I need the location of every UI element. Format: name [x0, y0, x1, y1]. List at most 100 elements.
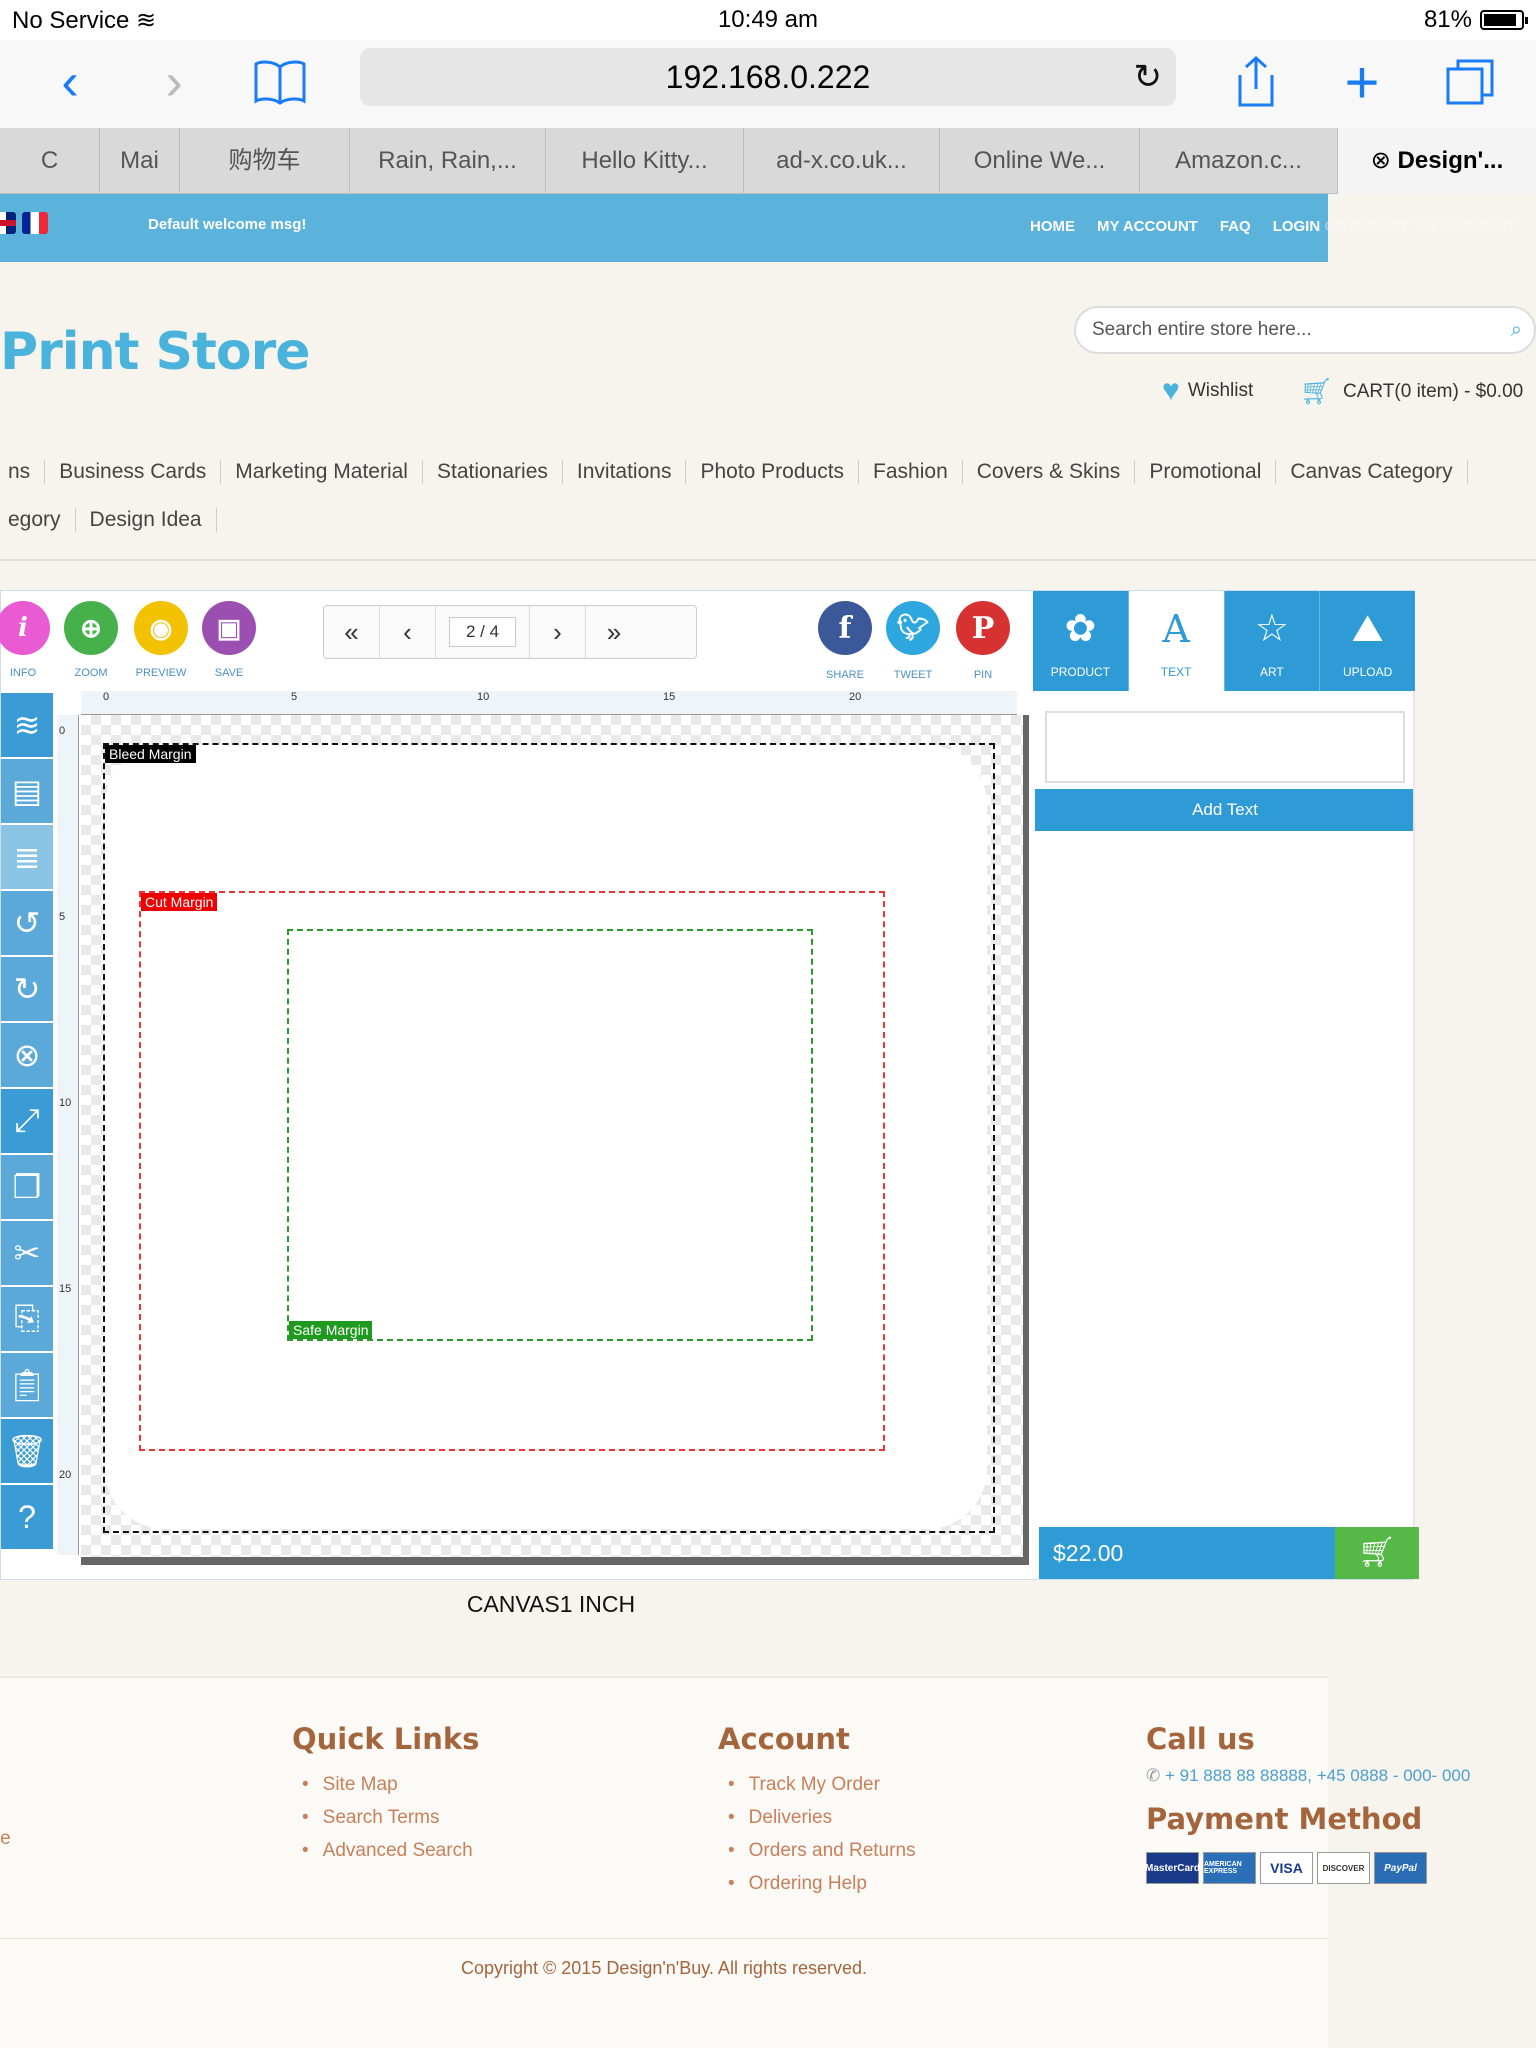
browser-tab-active[interactable]: ⊗ Design'...	[1338, 128, 1536, 194]
footer-link[interactable]: Deliveries	[718, 1807, 916, 1829]
share-facebook[interactable]: f SHARE	[815, 601, 875, 681]
paste-icon[interactable]: 📋︎	[1, 1353, 53, 1417]
trash-icon[interactable]: 🗑︎	[1, 1419, 53, 1483]
browser-tab[interactable]: ad-x.co.uk...	[744, 128, 940, 194]
nav-login[interactable]: LOGIN OR CREATE AN ACCOUNT	[1273, 218, 1516, 235]
delete-icon[interactable]: ⊗	[1, 1023, 53, 1087]
category-item[interactable]: Photo Products	[686, 460, 860, 484]
redo-icon[interactable]: ↻	[1, 957, 53, 1021]
paypal-icon: PayPal	[1374, 1852, 1427, 1884]
text-icon: A	[1162, 607, 1190, 651]
cart-icon: 🛒︎	[1357, 1536, 1397, 1569]
footer-link[interactable]: cy	[0, 1862, 11, 1884]
category-row: egory Design Idea	[0, 508, 217, 532]
tab-product[interactable]: ✿ PRODUCT	[1033, 591, 1129, 691]
footer-link[interactable]: Ordering Help	[718, 1873, 916, 1895]
share-icon[interactable]	[1224, 50, 1288, 114]
close-tab-icon[interactable]: ⊗	[1371, 147, 1391, 174]
add-to-cart-button[interactable]: 🛒︎	[1335, 1527, 1419, 1579]
footer-link[interactable]: Advanced Search	[292, 1840, 479, 1862]
info-tool[interactable]: i INFO	[0, 601, 51, 679]
duplicate-icon[interactable]: ❐	[1, 1155, 53, 1219]
cut-icon[interactable]: ✂	[1, 1221, 53, 1285]
zoom-tool[interactable]: ⊕ ZOOM	[63, 601, 119, 679]
clock: 10:49 am	[717, 6, 819, 33]
category-item[interactable]: Canvas Category	[1276, 460, 1468, 484]
safe-margin-label: Safe Margin	[289, 1321, 373, 1339]
layers-icon[interactable]: ≋	[1, 693, 53, 757]
search-input[interactable]: Search entire store here... ⌕	[1074, 306, 1536, 354]
payment-methods: MasterCard AMERICAN EXPRESS VISA DISCOVE…	[1145, 1852, 1470, 1884]
canvas-label: CANVAS1 INCH	[466, 1591, 636, 1617]
resize-icon[interactable]: ⤢	[1, 1089, 53, 1153]
browser-tab[interactable]: Online We...	[940, 128, 1140, 194]
forward-icon[interactable]: ›	[142, 50, 206, 114]
store-logo[interactable]: Print Store	[0, 322, 311, 382]
url-text: 192.168.0.222	[665, 59, 871, 95]
wishlist-link[interactable]: ♥ Wishlist	[1162, 376, 1253, 406]
nav-my-account[interactable]: MY ACCOUNT	[1097, 218, 1198, 235]
browser-tab[interactable]: Amazon.c...	[1140, 128, 1338, 194]
arrange-icon[interactable]: ≣	[1, 825, 53, 889]
footer-link[interactable]: Site Map	[292, 1774, 479, 1796]
footer-link[interactable]: Orders and Returns	[718, 1840, 916, 1862]
add-text-button[interactable]: Add Text	[1035, 789, 1415, 831]
category-item[interactable]: Fashion	[859, 460, 963, 484]
footer-contact: Call us ✆ + 91 888 88 88888, +45 0888 - …	[1145, 1722, 1471, 1884]
category-item[interactable]: Covers & Skins	[963, 460, 1136, 484]
copy-icon[interactable]: ⎘	[1, 1287, 53, 1351]
footer-link[interactable]: Search Terms	[292, 1807, 479, 1829]
preview-tool[interactable]: ◉ PREVIEW	[133, 601, 189, 679]
nav-home[interactable]: HOME	[1030, 218, 1075, 235]
footer-link[interactable]: ervice	[0, 1828, 11, 1850]
cart-link[interactable]: 🛒︎ CART(0 item) - $0.00	[1300, 376, 1523, 407]
uk-flag-icon[interactable]	[0, 212, 16, 234]
tab-art[interactable]: ☆ ART	[1225, 591, 1321, 691]
divider	[0, 559, 1536, 561]
text-input[interactable]	[1045, 711, 1405, 783]
share-pinterest[interactable]: P PIN	[953, 601, 1013, 681]
undo-icon[interactable]: ↺	[1, 891, 53, 955]
browser-tab[interactable]: C	[0, 128, 100, 194]
page-indicator: 2 / 4	[436, 606, 530, 658]
save-icon: ▣	[202, 601, 256, 655]
category-item[interactable]: Marketing Material	[221, 460, 423, 484]
phone-number: ✆ + 91 888 88 88888, +45 0888 - 000- 000	[1146, 1766, 1471, 1785]
info-icon: i	[0, 601, 50, 655]
category-item[interactable]: Stationaries	[423, 460, 563, 484]
category-item[interactable]: Invitations	[563, 460, 687, 484]
reload-icon[interactable]: ↻	[1134, 48, 1163, 106]
fr-flag-icon[interactable]	[22, 212, 48, 234]
design-canvas[interactable]: Bleed Margin Cut Margin Safe Margin	[81, 715, 1029, 1565]
browser-tab[interactable]: Hello Kitty...	[546, 128, 744, 194]
new-tab-icon[interactable]: +	[1330, 49, 1394, 116]
align-icon[interactable]: ▤	[1, 759, 53, 823]
nav-faq[interactable]: FAQ	[1220, 218, 1251, 235]
browser-tab[interactable]: Rain, Rain,...	[350, 128, 546, 194]
browser-tab[interactable]: 购物车	[180, 128, 350, 194]
category-item[interactable]: Business Cards	[45, 460, 222, 484]
search-icon[interactable]: ⌕	[1511, 308, 1522, 352]
last-page-button[interactable]: »	[586, 606, 642, 658]
bookmarks-icon[interactable]	[248, 50, 312, 114]
category-item[interactable]: Promotional	[1135, 460, 1277, 484]
category-item[interactable]: egory	[0, 508, 76, 532]
category-item[interactable]: Design Idea	[76, 508, 217, 532]
share-twitter[interactable]: 🐦︎ TWEET	[883, 601, 943, 681]
tab-upload[interactable]: ⛰ UPLOAD	[1320, 591, 1415, 691]
divider	[0, 1938, 1328, 1939]
cut-margin-label: Cut Margin	[141, 893, 218, 911]
prev-page-button[interactable]: ‹	[380, 606, 436, 658]
category-item[interactable]: ns	[0, 460, 46, 484]
footer: ervice cy Quick Links Site Map Search Te…	[0, 1676, 1470, 2048]
browser-tab[interactable]: Mai	[100, 128, 180, 194]
first-page-button[interactable]: «	[324, 606, 380, 658]
footer-link[interactable]: Track My Order	[718, 1774, 916, 1796]
tabs-overview-icon[interactable]	[1438, 50, 1502, 114]
address-bar[interactable]: 192.168.0.222 ↻	[360, 48, 1176, 106]
tab-text[interactable]: A TEXT	[1128, 591, 1225, 691]
next-page-button[interactable]: ›	[530, 606, 586, 658]
help-icon[interactable]: ?	[1, 1485, 53, 1549]
back-icon[interactable]: ‹	[38, 50, 102, 114]
save-tool[interactable]: ▣ SAVE	[201, 601, 257, 679]
